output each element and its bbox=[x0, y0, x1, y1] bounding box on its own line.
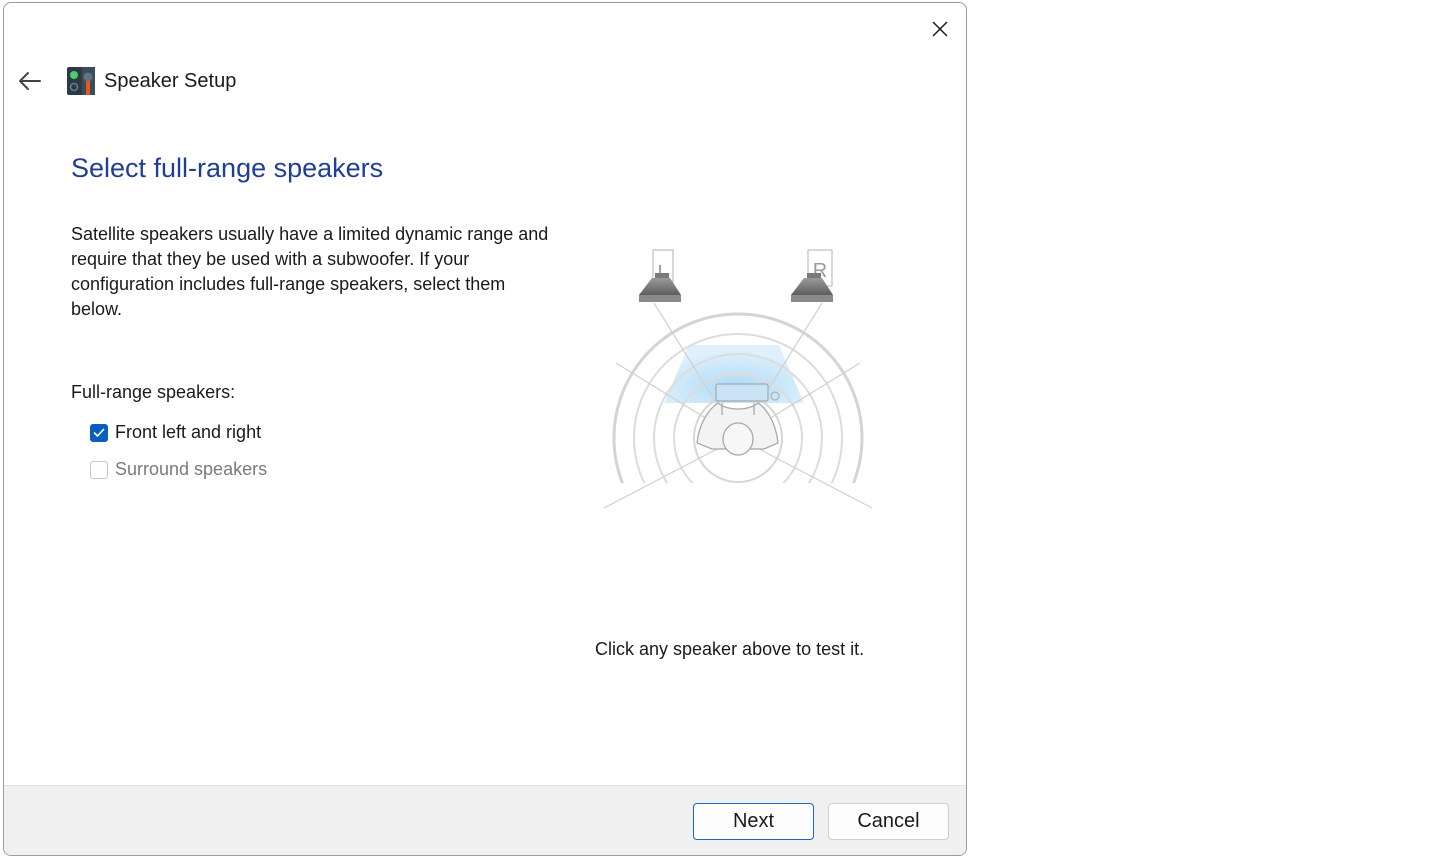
window-title: Speaker Setup bbox=[104, 70, 237, 92]
next-button[interactable]: Next bbox=[693, 803, 814, 840]
close-button[interactable] bbox=[921, 13, 959, 45]
close-icon bbox=[932, 21, 948, 37]
speaker-diagram: L R bbox=[594, 249, 874, 518]
cancel-button[interactable]: Cancel bbox=[828, 803, 949, 840]
page-description: Satellite speakers usually have a limite… bbox=[71, 224, 549, 319]
full-range-group-label: Full-range speakers: bbox=[71, 382, 236, 402]
front-right-speaker[interactable]: R bbox=[791, 249, 833, 302]
speaker-setup-window: Speaker Setup Select full-range speakers… bbox=[3, 2, 967, 856]
back-arrow-icon bbox=[19, 72, 41, 90]
speaker-test-hint: Click any speaker above to test it. bbox=[595, 639, 865, 659]
front-left-speaker[interactable]: L bbox=[639, 249, 681, 302]
listening-field bbox=[594, 302, 874, 518]
checkmark-icon bbox=[93, 428, 105, 437]
surround-speakers-checkbox bbox=[90, 460, 108, 479]
front-left-right-label: Front left and right bbox=[115, 422, 262, 442]
dialog-footer: Next Cancel bbox=[4, 785, 966, 855]
surround-speakers-label: Surround speakers bbox=[115, 459, 268, 479]
back-button[interactable] bbox=[12, 63, 48, 99]
page-title: Select full-range speakers bbox=[71, 153, 384, 183]
front-left-right-checkbox[interactable] bbox=[90, 423, 108, 442]
surround-speakers-option: Surround speakers bbox=[90, 459, 267, 480]
front-left-right-option[interactable]: Front left and right bbox=[90, 422, 261, 443]
speaker-setup-app-icon bbox=[67, 67, 95, 95]
